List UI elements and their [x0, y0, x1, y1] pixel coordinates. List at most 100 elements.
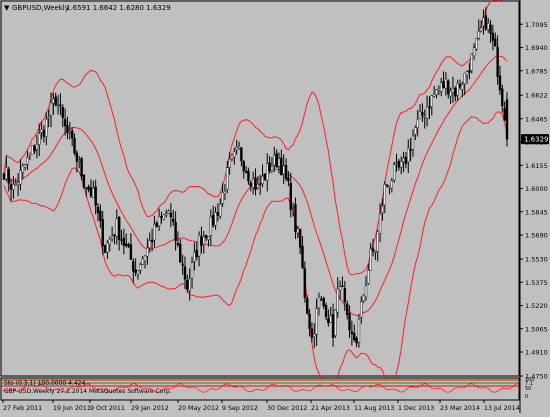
candle-body: [136, 270, 140, 275]
price-tick-label: 1.7095: [525, 21, 548, 29]
candle-body: [219, 204, 222, 217]
candle-body: [463, 72, 466, 85]
candle-body: [400, 160, 403, 168]
candle-body: [303, 268, 307, 298]
candle-body: [341, 285, 344, 288]
candle-body: [47, 116, 50, 119]
candle-body: [59, 104, 62, 107]
candle-body: [477, 30, 480, 39]
candle-body: [294, 204, 297, 232]
candle-body: [249, 182, 252, 187]
candle-body: [376, 231, 379, 252]
candle-body: [451, 88, 455, 93]
candle-body: [263, 173, 267, 180]
candle-body: [407, 148, 410, 162]
candle-body: [129, 244, 133, 260]
date-tick-label: 13 Jul 2014: [484, 405, 520, 412]
candle-body: [482, 17, 485, 27]
candle-body: [103, 245, 107, 253]
candle-body: [233, 151, 236, 158]
candle-body: [9, 184, 13, 190]
candle-body: [179, 243, 182, 263]
candle-body: [254, 177, 257, 190]
candle-body: [31, 145, 34, 155]
candle-body: [99, 210, 102, 221]
date-tick-label: 11 Aug 2013: [354, 405, 394, 412]
candle-body: [503, 108, 506, 121]
candle-body: [479, 27, 483, 32]
candle-body: [320, 299, 323, 301]
candle-body: [306, 298, 309, 314]
candle-body: [496, 46, 499, 78]
candle-body: [2, 173, 6, 180]
candle-body: [289, 182, 292, 210]
candle-body: [226, 167, 229, 190]
candle-body: [23, 164, 27, 168]
candle-body: [61, 107, 64, 118]
candle-body: [244, 171, 248, 173]
candle-body: [155, 222, 158, 227]
candle-body: [383, 184, 386, 206]
chart-window[interactable]: 1.70951.69401.67851.66221.64651.63101.61…: [0, 0, 550, 413]
candle-body: [153, 224, 156, 241]
candle-body: [409, 149, 412, 151]
candle-body: [390, 180, 394, 189]
price-tick-label: 1.5375: [525, 279, 548, 287]
candle-body: [428, 106, 431, 109]
candle-body: [16, 182, 20, 185]
candle-body: [49, 102, 53, 116]
price-tick-label: 1.5220: [525, 302, 548, 310]
candle-body: [211, 215, 215, 226]
price-tick-label: 1.5530: [525, 256, 548, 264]
candle-body: [160, 216, 163, 218]
candle-body: [148, 240, 151, 249]
candle-body: [324, 305, 328, 318]
price-axis[interactable]: 1.70951.69401.67851.66221.64651.63101.61…: [520, 21, 548, 381]
candle-body: [395, 162, 398, 164]
candle-body: [56, 105, 60, 107]
indicator-label: Sto (0.3.1) 100.0000 4.424 -: [4, 380, 89, 387]
candle-body: [197, 235, 201, 257]
candle-body: [494, 38, 497, 47]
candle-body: [28, 153, 32, 156]
candle-body: [364, 285, 368, 297]
candle-body: [343, 288, 347, 303]
candle-body: [315, 308, 318, 335]
candle-body: [157, 216, 161, 226]
candle-body: [475, 38, 478, 50]
candle-body: [348, 313, 351, 331]
candle-body: [235, 147, 238, 151]
candle-body: [414, 127, 417, 135]
candle-body: [78, 159, 81, 162]
date-axis[interactable]: 27 Feb 2011 19 Jun 2011 9 Oct 2011 29 Jan 2…: [2, 400, 520, 412]
candle-body: [132, 261, 135, 272]
candle-body: [360, 301, 363, 318]
candle-body: [164, 213, 168, 216]
candle-body: [287, 177, 290, 182]
ohlc-readout: 1.6591 1.6642 1.6280 1.6329: [66, 4, 171, 12]
candle-body: [301, 245, 304, 268]
candle-body: [162, 214, 166, 220]
candle-body: [66, 125, 69, 133]
candle-body: [439, 82, 443, 92]
candle-body: [454, 87, 457, 97]
price-tick-label: 1.6000: [525, 185, 548, 193]
candle-body: [418, 111, 422, 119]
candle-body: [423, 115, 426, 118]
candle-body: [449, 90, 452, 97]
symbol-menu-icon[interactable]: ▼: [4, 4, 10, 12]
price-tick-label: 1.6622: [525, 92, 548, 100]
chart-canvas[interactable]: 1.70951.69401.67851.66221.64651.63101.61…: [0, 0, 550, 413]
candle-body: [261, 175, 264, 185]
price-tick-label: 1.5690: [525, 232, 548, 240]
candle-body: [357, 319, 361, 343]
candle-body: [329, 315, 332, 323]
candle-body: [195, 249, 198, 258]
candle-body: [174, 222, 177, 242]
price-tick-label: 1.5065: [525, 325, 548, 333]
last-price-label: 1.6329: [524, 136, 549, 144]
candle-body: [42, 129, 46, 137]
candle-body: [45, 118, 48, 137]
candle-body: [125, 243, 128, 246]
candle-body: [108, 239, 111, 245]
